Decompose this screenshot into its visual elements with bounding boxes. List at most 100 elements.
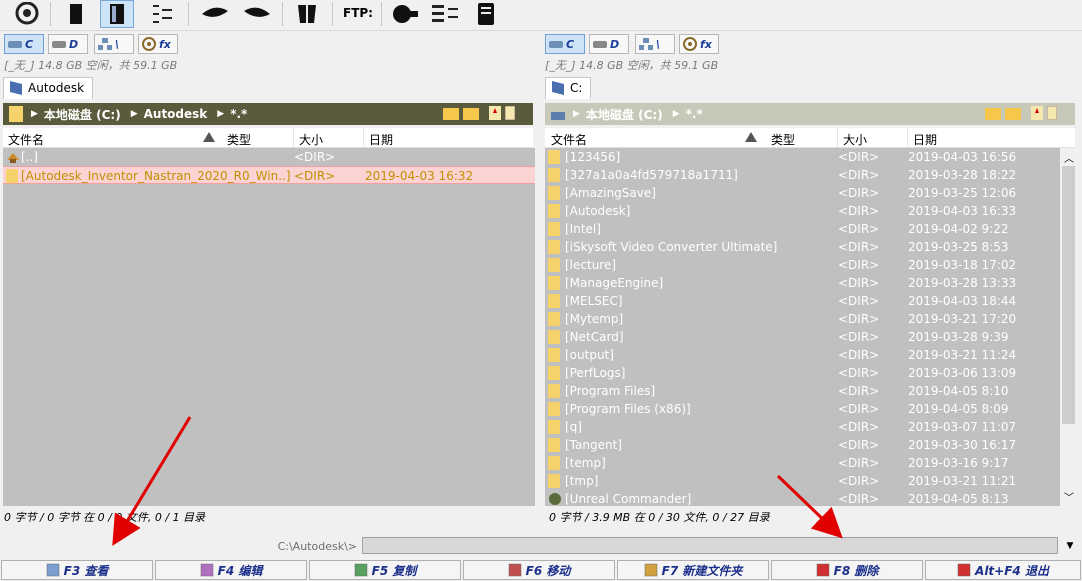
table-row[interactable]: [Autodesk] <DIR> 2019-04-03 16:33 [545, 202, 1060, 220]
bookmark-star-icon[interactable] [489, 106, 501, 120]
copy-icon [354, 563, 367, 577]
path-drive-icon [551, 112, 565, 120]
history-icon[interactable] [1047, 106, 1057, 120]
fn-label: F5 复制 [371, 563, 417, 578]
right-drive-c-button[interactable]: C [545, 34, 585, 54]
table-row[interactable]: [Program Files] <DIR> 2019-04-05 8:10 [545, 382, 1060, 400]
table-row[interactable]: [PerfLogs] <DIR> 2019-03-06 13:09 [545, 364, 1060, 382]
col-date-header[interactable]: 日期 [913, 131, 937, 148]
command-input[interactable] [362, 537, 1058, 554]
right-drive-network-button[interactable]: \ [635, 34, 675, 54]
table-row[interactable]: [Autodesk_Inventor_Nastran_2020_R0_Win..… [3, 166, 535, 184]
col-size-header[interactable]: 大小 [843, 131, 867, 148]
col-type-header[interactable]: 类型 [771, 131, 795, 148]
parent-folder-icon[interactable] [463, 106, 479, 120]
left-column-header: 文件名 类型 大小 日期 [3, 128, 533, 148]
table-row[interactable]: [NetCard] <DIR> 2019-03-28 9:39 [545, 328, 1060, 346]
table-row[interactable]: [lecture] <DIR> 2019-03-18 17:02 [545, 256, 1060, 274]
table-row[interactable]: [tmp] <DIR> 2019-03-21 11:21 [545, 472, 1060, 490]
sort-ascending-icon [203, 132, 215, 142]
scroll-up-icon[interactable]: ︿ [1064, 150, 1074, 165]
folder-icon [548, 474, 560, 488]
table-row[interactable]: [AmazingSave] <DIR> 2019-03-25 12:06 [545, 184, 1060, 202]
table-row[interactable]: [Mytemp] <DIR> 2019-03-21 17:20 [545, 310, 1060, 328]
parent-folder-icon[interactable] [1005, 106, 1021, 120]
folder-icon [548, 258, 560, 272]
row-size: <DIR> [838, 492, 880, 506]
ftp-connect-icon[interactable] [388, 0, 422, 28]
row-name: [..] [21, 150, 38, 164]
row-size: <DIR> [838, 222, 880, 236]
folder-icon [548, 384, 560, 398]
row-date: 2019-04-05 8:13 [908, 492, 1009, 506]
copy-button[interactable]: F5 复制 [309, 560, 461, 580]
col-date-header[interactable]: 日期 [369, 131, 393, 148]
left-file-list[interactable]: [..] <DIR> [Autodesk_Inventor_Nastran_2020… [3, 148, 535, 506]
left-tab-autodesk[interactable]: Autodesk [3, 77, 94, 99]
chevron-down-icon[interactable]: ▼ [1060, 537, 1080, 554]
row-size: <DIR> [838, 330, 880, 344]
table-row[interactable]: [327a1a0a4fd579718a1711] <DIR> 2019-03-28 … [545, 166, 1060, 184]
table-row[interactable]: [123456] <DIR> 2019-04-03 16:56 [545, 148, 1060, 166]
left-drive-c-button[interactable]: C [4, 34, 44, 54]
row-name: [Unreal Commander] [565, 492, 692, 506]
view-button[interactable]: F3 查看 [1, 560, 153, 580]
folder-icon [548, 240, 560, 254]
new-folder-button[interactable]: F7 新建文件夹 [617, 560, 769, 580]
table-row[interactable]: [Intel] <DIR> 2019-04-02 9:22 [545, 220, 1060, 238]
multi-rename-icon[interactable] [470, 0, 504, 28]
right-scrollbar[interactable]: ︿ ﹀ [1060, 148, 1077, 506]
table-row[interactable]: [MELSEC] <DIR> 2019-04-03 18:44 [545, 292, 1060, 310]
row-size: <DIR> [838, 384, 880, 398]
sync-dirs-icon[interactable] [428, 0, 462, 28]
left-drive-network-button[interactable]: \ [94, 34, 134, 54]
table-row[interactable]: [Tangent] <DIR> 2019-03-30 16:17 [545, 436, 1060, 454]
brief-view-icon[interactable] [58, 0, 92, 28]
bookmark-star-icon[interactable] [1031, 106, 1043, 120]
path-seg-filter: ▶ *.* [217, 107, 248, 121]
root-folder-icon[interactable] [985, 106, 1001, 120]
row-size: <DIR> [838, 204, 880, 218]
scroll-down-icon[interactable]: ﹀ [1064, 489, 1074, 504]
right-file-list[interactable]: [123456] <DIR> 2019-04-03 16:56 [327a1a0a4f… [545, 148, 1060, 506]
refresh-icon[interactable] [10, 0, 44, 28]
table-row[interactable]: [output] <DIR> 2019-03-21 11:24 [545, 346, 1060, 364]
folder-icon [548, 312, 560, 326]
table-row[interactable]: [..] <DIR> [3, 148, 535, 166]
right-drive-d-button[interactable]: D [589, 34, 629, 54]
left-path-bar[interactable]: ▶ 本地磁盘 (C:) ▶ Autodesk ▶ *.* [3, 103, 533, 125]
col-size-header[interactable]: 大小 [299, 131, 323, 148]
pack-icon[interactable] [290, 0, 324, 28]
scroll-thumb[interactable] [1062, 166, 1075, 424]
forward-icon[interactable] [240, 0, 274, 28]
plugin-wheel-icon [683, 37, 697, 51]
table-row[interactable]: [Unreal Commander] <DIR> 2019-04-05 8:13 [545, 490, 1060, 506]
back-icon[interactable] [198, 0, 232, 28]
table-row[interactable]: [q] <DIR> 2019-03-07 11:07 [545, 418, 1060, 436]
left-drive-d-button[interactable]: D [48, 34, 88, 54]
tree-view-icon[interactable] [146, 0, 180, 28]
left-drive-bar: C D \ fx [4, 34, 534, 56]
col-type-header[interactable]: 类型 [227, 131, 251, 148]
edit-button[interactable]: F4 编辑 [155, 560, 307, 580]
col-name-header[interactable]: 文件名 [8, 131, 44, 148]
right-tab-c[interactable]: C: [545, 77, 592, 99]
command-line: C:\Autodesk\> ▼ [0, 536, 1082, 556]
right-path-bar[interactable]: ▶ 本地磁盘 (C:) ▶ *.* [545, 103, 1075, 125]
exit-button[interactable]: Alt+F4 退出 [925, 560, 1081, 580]
table-row[interactable]: [temp] <DIR> 2019-03-16 9:17 [545, 454, 1060, 472]
root-folder-icon[interactable] [443, 106, 459, 120]
table-row[interactable]: [ManageEngine] <DIR> 2019-03-28 13:33 [545, 274, 1060, 292]
row-name: [temp] [565, 456, 606, 470]
col-name-header[interactable]: 文件名 [551, 131, 587, 148]
right-drive-fx-button[interactable]: fx [679, 34, 719, 54]
table-row[interactable]: [Program Files (x86)] <DIR> 2019-04-05 8:0… [545, 400, 1060, 418]
full-view-icon[interactable] [100, 0, 134, 28]
hdd-icon [549, 41, 563, 48]
move-button[interactable]: F6 移动 [463, 560, 615, 580]
table-row[interactable]: [iSkysoft Video Converter Ultimate] <DIR>… [545, 238, 1060, 256]
history-icon[interactable] [505, 106, 515, 120]
row-date: 2019-03-28 9:39 [908, 330, 1009, 344]
left-drive-fx-button[interactable]: fx [138, 34, 178, 54]
delete-button[interactable]: F8 删除 [771, 560, 923, 580]
